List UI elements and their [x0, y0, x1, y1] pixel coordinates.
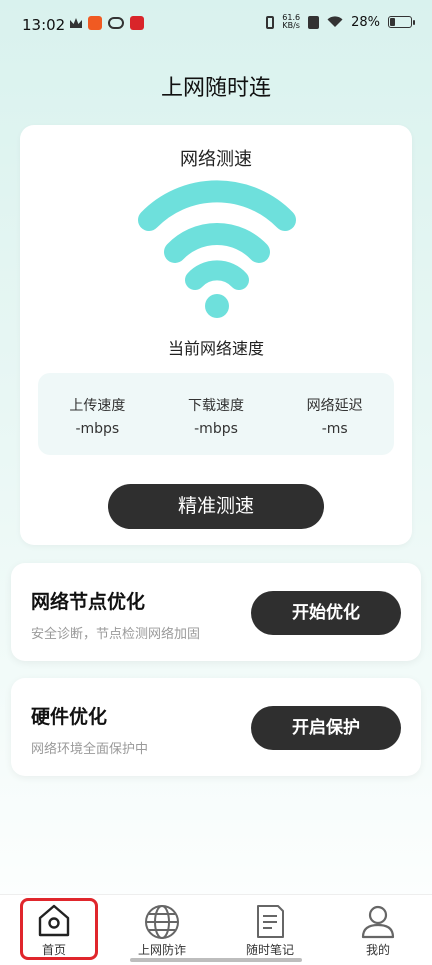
upload-stat: 上传速度 -mbps — [38, 373, 157, 455]
app-icon-orange — [88, 16, 102, 30]
home-indicator[interactable] — [130, 958, 302, 962]
vibrate-icon — [266, 15, 275, 29]
page-title: 上网随时连 — [160, 76, 271, 101]
download-value: -mbps — [194, 421, 238, 437]
status-right: 61.6 KB/s 28% — [266, 14, 415, 30]
notification-icons — [70, 16, 144, 30]
precise-speed-test-button[interactable]: 精准测速 — [108, 484, 324, 529]
node-optimize-title: 网络节点优化 — [31, 591, 146, 613]
status-time: 13:02 — [22, 16, 66, 34]
download-stat: 下载速度 -mbps — [157, 373, 276, 455]
speed-test-card: 网络测速 当前网络速度 上传速度 -mbps 下载速度 -mbps 网络延迟 -… — [20, 125, 412, 545]
tab-notes[interactable]: 随时笔记 — [216, 895, 324, 965]
battery-percent: 28% — [351, 14, 380, 30]
node-optimize-card: 网络节点优化 安全诊断，节点检测网络加固 开始优化 — [11, 563, 421, 661]
app-icon-red — [130, 16, 144, 30]
upload-value: -mbps — [75, 421, 120, 437]
latency-label: 网络延迟 — [306, 398, 363, 414]
link-icon — [108, 17, 124, 29]
start-optimize-button[interactable]: 开始优化 — [251, 591, 401, 635]
user-icon — [361, 905, 395, 939]
note-icon — [257, 905, 284, 938]
crown-icon — [70, 18, 82, 28]
upload-label: 上传速度 — [69, 398, 126, 414]
speed-stats: 上传速度 -mbps 下载速度 -mbps 网络延迟 -ms — [38, 373, 394, 455]
enable-protection-button[interactable]: 开启保护 — [251, 706, 401, 750]
speed-test-title: 网络测速 — [180, 149, 252, 170]
wifi-icon — [138, 180, 296, 318]
tab-anti-fraud-label: 上网防诈 — [137, 943, 186, 957]
tab-mine-label: 我的 — [365, 943, 390, 957]
current-speed-label: 当前网络速度 — [167, 339, 264, 358]
latency-stat: 网络延迟 -ms — [275, 373, 394, 455]
battery-icon — [388, 16, 415, 28]
network-speed: 61.6 KB/s — [282, 14, 300, 30]
wifi-status-icon — [327, 16, 343, 27]
hardware-optimize-card: 硬件优化 网络环境全面保护中 开启保护 — [11, 678, 421, 776]
network-speed-unit: KB/s — [282, 21, 300, 30]
status-bar: 13:02 61.6 KB/s 28% — [0, 0, 432, 52]
tab-anti-fraud[interactable]: 上网防诈 — [108, 895, 216, 965]
hardware-optimize-title: 硬件优化 — [31, 706, 108, 728]
download-label: 下载速度 — [188, 398, 244, 414]
hardware-optimize-desc: 网络环境全面保护中 — [31, 742, 149, 757]
latency-value: -ms — [321, 421, 348, 437]
tab-mine[interactable]: 我的 — [324, 895, 432, 965]
home-tab-highlight — [20, 898, 98, 960]
tab-notes-label: 随时笔记 — [245, 943, 294, 957]
globe-icon — [145, 905, 179, 939]
node-optimize-desc: 安全诊断，节点检测网络加固 — [31, 627, 201, 642]
sim-icon — [308, 15, 320, 29]
